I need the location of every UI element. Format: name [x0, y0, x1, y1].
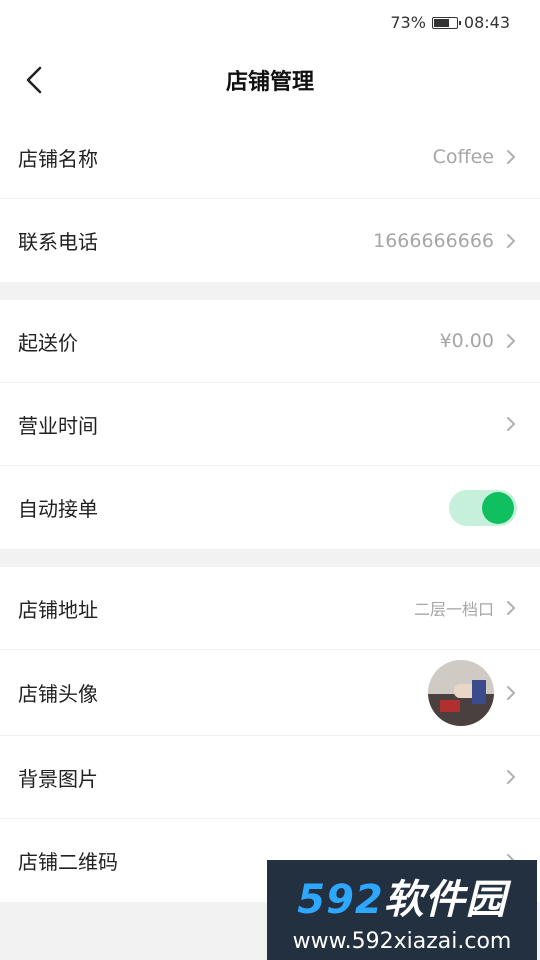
- row-label: 联系电话: [18, 230, 98, 254]
- store-avatar: [428, 659, 494, 726]
- chevron-right-icon: [506, 149, 516, 165]
- row-label: 店铺地址: [18, 597, 98, 622]
- section-divider: [0, 549, 540, 567]
- back-arrow-icon: [26, 66, 42, 94]
- settings-group-store-info: 店铺地址 二层一档口 店铺头像 背景图片 店铺二维码: [0, 567, 540, 902]
- row-avatar[interactable]: 店铺头像: [0, 650, 540, 736]
- back-button[interactable]: [14, 60, 54, 100]
- battery-icon: [431, 16, 461, 29]
- watermark-brand: 592软件园: [297, 867, 507, 925]
- watermark-brand-text: 软件园: [383, 876, 507, 923]
- row-store-name[interactable]: 店铺名称 Coffee: [0, 116, 540, 199]
- row-address[interactable]: 店铺地址 二层一档口: [0, 567, 540, 650]
- row-label: 自动接单: [18, 497, 98, 521]
- row-background-image[interactable]: 背景图片: [0, 736, 540, 819]
- row-label: 店铺名称: [18, 146, 98, 171]
- auto-accept-toggle[interactable]: [449, 489, 517, 526]
- row-label: 营业时间: [18, 413, 98, 438]
- chevron-right-icon: [506, 333, 516, 349]
- status-bar: 73% 08:43: [0, 0, 540, 44]
- battery-percent: 73%: [390, 13, 426, 32]
- row-value: 1666666666: [373, 229, 494, 252]
- row-business-hours[interactable]: 营业时间: [0, 383, 540, 466]
- chevron-right-icon: [506, 600, 516, 616]
- chevron-right-icon: [506, 416, 516, 432]
- chevron-right-icon: [506, 233, 516, 249]
- watermark-logo: 592软件园 www.592xiazai.com: [267, 860, 537, 960]
- row-value: 二层一档口: [413, 600, 494, 619]
- watermark-brand-number: 592: [297, 876, 384, 923]
- row-label: 店铺头像: [18, 682, 98, 706]
- row-label: 背景图片: [18, 766, 98, 791]
- battery-fill: [433, 18, 449, 27]
- settings-group-basic: 店铺名称 Coffee 联系电话 1666666666: [0, 116, 540, 282]
- status-right: 73% 08:43: [390, 13, 510, 32]
- section-divider: [0, 282, 540, 300]
- row-label: 起送价: [18, 330, 78, 355]
- row-auto-accept: 自动接单: [0, 466, 540, 549]
- row-value: ¥0.00: [439, 330, 494, 352]
- chevron-right-icon: [506, 769, 516, 785]
- chevron-right-icon: [506, 685, 516, 701]
- page-title: 店铺管理: [225, 70, 314, 95]
- settings-group-business: 起送价 ¥0.00 营业时间 自动接单: [0, 300, 540, 549]
- row-min-order[interactable]: 起送价 ¥0.00: [0, 300, 540, 383]
- toggle-knob: [482, 491, 514, 524]
- watermark-url: www.592xiazai.com: [292, 928, 512, 954]
- row-phone[interactable]: 联系电话 1666666666: [0, 199, 540, 282]
- clock: 08:43: [463, 13, 510, 32]
- row-value: Coffee: [432, 146, 494, 168]
- nav-bar: 店铺管理: [0, 44, 540, 116]
